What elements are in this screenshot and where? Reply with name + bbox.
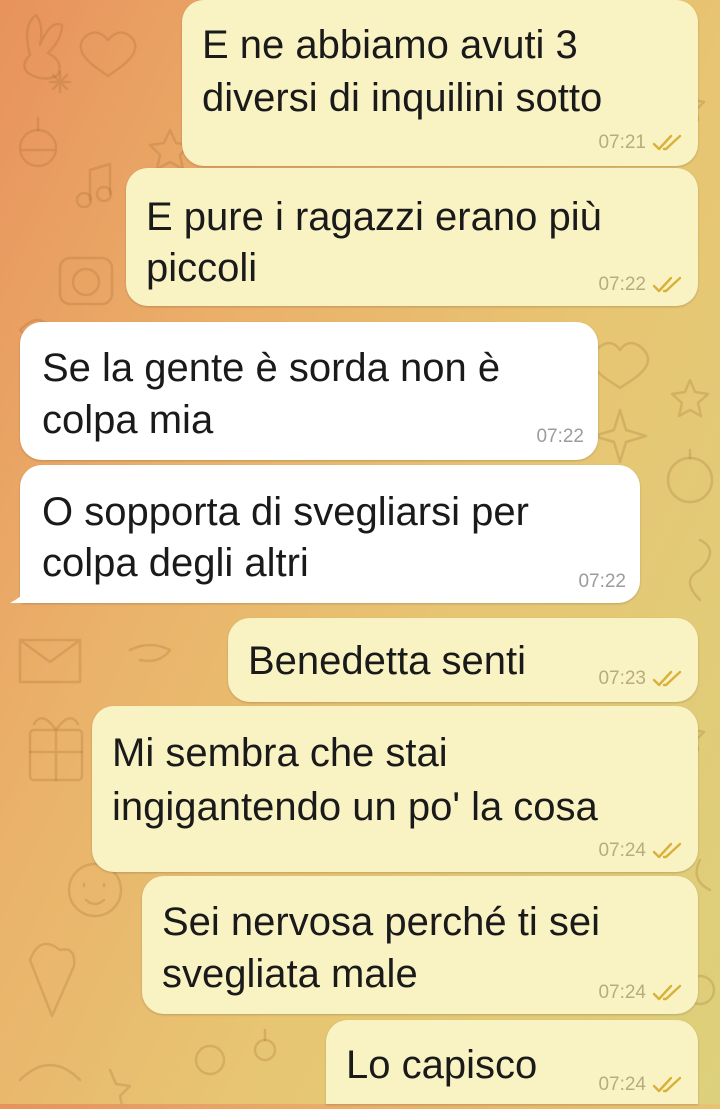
message-text-line: E pure i ragazzi erano più bbox=[146, 195, 602, 239]
outgoing-message[interactable]: E pure i ragazzi erano più piccoli 07:22 bbox=[126, 168, 698, 306]
message-meta: 07:22 bbox=[536, 426, 584, 448]
message-meta: 07:22 bbox=[598, 274, 684, 296]
outgoing-message[interactable]: Lo capisco 07:24 bbox=[326, 1020, 698, 1104]
message-meta: 07:24 bbox=[598, 982, 684, 1004]
outgoing-message[interactable]: Benedetta senti 07:23 bbox=[228, 618, 698, 702]
message-time: 07:22 bbox=[578, 571, 626, 592]
bubble-tail bbox=[10, 585, 32, 603]
message-text-line: Sei nervosa perché ti sei bbox=[162, 900, 601, 944]
double-check-icon bbox=[652, 984, 682, 1001]
message-text-line: colpa degli altri bbox=[42, 541, 309, 585]
message-text-line: Lo capisco bbox=[346, 1043, 538, 1087]
message-text-line: O sopporta di svegliarsi per bbox=[42, 490, 529, 534]
double-check-icon bbox=[652, 134, 682, 151]
message-text-line: Mi sembra che stai bbox=[112, 731, 448, 775]
double-check-icon bbox=[652, 670, 682, 687]
message-text-line: Benedetta senti bbox=[248, 639, 526, 683]
message-text-line: svegliata male bbox=[162, 952, 418, 996]
outgoing-message[interactable]: Sei nervosa perché ti sei svegliata male… bbox=[142, 876, 698, 1014]
double-check-icon bbox=[652, 1076, 682, 1093]
message-time: 07:24 bbox=[598, 982, 646, 1003]
message-text-line: piccoli bbox=[146, 246, 258, 290]
message-time: 07:23 bbox=[598, 668, 646, 689]
outgoing-message[interactable]: E ne abbiamo avuti 3 diversi di inquilin… bbox=[182, 0, 698, 166]
message-time: 07:22 bbox=[536, 426, 584, 447]
message-meta: 07:24 bbox=[598, 1074, 684, 1096]
message-meta: 07:21 bbox=[598, 132, 684, 154]
message-time: 07:24 bbox=[598, 1074, 646, 1095]
incoming-message[interactable]: Se la gente è sorda non è colpa mia 07:2… bbox=[20, 322, 598, 460]
message-meta: 07:24 bbox=[598, 840, 684, 862]
message-text-line: E ne abbiamo avuti 3 bbox=[202, 23, 578, 67]
double-check-icon bbox=[652, 842, 682, 859]
message-text-line: diversi di inquilini sotto bbox=[202, 76, 603, 120]
outgoing-message[interactable]: Mi sembra che stai ingigantendo un po' l… bbox=[92, 706, 698, 872]
message-time: 07:21 bbox=[598, 132, 646, 153]
message-text-line: ingigantendo un po' la cosa bbox=[112, 785, 598, 829]
message-meta: 07:23 bbox=[598, 668, 684, 690]
message-list[interactable]: E ne abbiamo avuti 3 diversi di inquilin… bbox=[0, 0, 720, 1104]
message-time: 07:24 bbox=[598, 840, 646, 861]
message-text-line: colpa mia bbox=[42, 398, 214, 442]
incoming-message[interactable]: O sopporta di svegliarsi per colpa degli… bbox=[10, 465, 640, 603]
message-text-line: Se la gente è sorda non è bbox=[42, 346, 501, 390]
message-time: 07:22 bbox=[598, 274, 646, 295]
double-check-icon bbox=[652, 276, 682, 293]
message-meta: 07:22 bbox=[578, 571, 626, 593]
